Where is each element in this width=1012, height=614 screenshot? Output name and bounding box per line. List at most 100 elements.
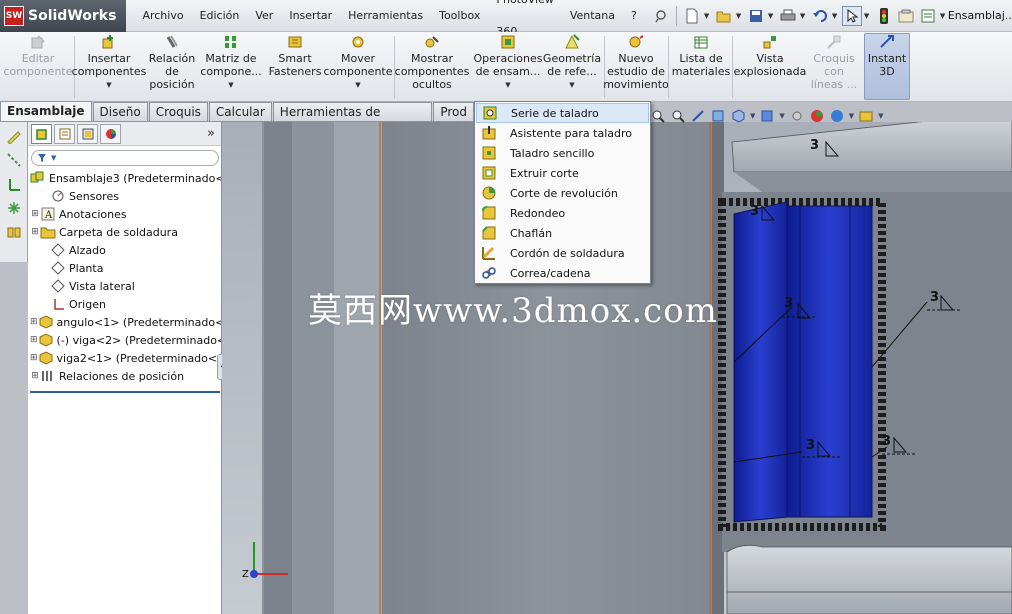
croquis-lineas-button[interactable]: Croquis con líneas ... [806, 34, 862, 91]
point-icon[interactable] [3, 198, 25, 218]
print-dropdown-icon[interactable]: ▼ [800, 12, 808, 20]
tree-item-viga2[interactable]: ⊞ (-) viga<2> (Predeterminado< [28, 331, 221, 349]
display-manager-icon[interactable] [100, 123, 121, 144]
tree-item-anotaciones[interactable]: ⊞ A Anotaciones [28, 205, 221, 223]
menu-item-taladro-sencillo[interactable]: Taladro sencillo [476, 143, 649, 163]
tree-item-planta[interactable]: Planta [28, 259, 221, 277]
tree-item-angulo[interactable]: ⊞ angulo<1> (Predeterminado<( [28, 313, 221, 331]
chevron-down-icon[interactable]: ▼ [569, 79, 574, 92]
mover-componente-button[interactable]: Mover componente ▼ [324, 34, 393, 92]
view-orientation-icon[interactable] [730, 108, 746, 124]
properties-dropdown-icon[interactable]: ▼ [940, 12, 948, 20]
tree-item-origen[interactable]: Origen [28, 295, 221, 313]
chevron-down-icon[interactable]: ▼ [505, 79, 510, 92]
hide-show-icon[interactable] [789, 108, 805, 124]
expand-plus-icon[interactable]: ⊞ [30, 227, 40, 237]
menu-item-chaflan[interactable]: Chaflán [476, 223, 649, 243]
menu-insertar[interactable]: Insertar [281, 0, 340, 32]
menu-herramientas[interactable]: Herramientas [340, 0, 431, 32]
menu-item-asistente-taladro[interactable]: Asistente para taladro [476, 123, 649, 143]
tab-prod[interactable]: Prod [433, 102, 474, 121]
expand-plus-icon[interactable]: ⊞ [30, 353, 38, 363]
instant-3d-button[interactable]: Instant 3D [864, 34, 910, 78]
menu-item-corte-revolucion[interactable]: Corte de revolución [476, 183, 649, 203]
new-dropdown-icon[interactable]: ▼ [704, 12, 712, 20]
zoom-to-fit-icon[interactable] [650, 108, 666, 124]
tab-diseno[interactable]: Diseño [92, 102, 148, 121]
open-icon[interactable] [714, 6, 734, 26]
save-dropdown-icon[interactable]: ▼ [768, 12, 776, 20]
tree-item-carpeta-soldadura[interactable]: ⊞ Carpeta de soldadura [28, 223, 221, 241]
chevron-down-icon[interactable]: ▼ [355, 79, 360, 92]
lista-materiales-button[interactable]: Lista de materiales [670, 34, 732, 78]
tab-calcular[interactable]: Calcular [208, 102, 272, 121]
select-dropdown-icon[interactable]: ▼ [864, 12, 872, 20]
feature-tree-icon[interactable] [31, 123, 52, 144]
new-document-icon[interactable] [682, 6, 702, 26]
open-dropdown-icon[interactable]: ▼ [736, 12, 744, 20]
menu-item-cordon-soldadura[interactable]: Cordón de soldadura [476, 243, 649, 263]
expand-panel-icon[interactable]: » [207, 126, 215, 141]
menu-item-correa-cadena[interactable]: Correa/cadena [476, 263, 649, 283]
tree-item-relaciones[interactable]: ⊞ Relaciones de posición [28, 367, 221, 385]
configuration-manager-icon[interactable] [77, 123, 98, 144]
axis-icon[interactable] [3, 174, 25, 194]
menu-edicion[interactable]: Edición [192, 0, 248, 32]
tree-item-alzado[interactable]: Alzado [28, 241, 221, 259]
display-style-dropdown-icon[interactable]: ▼ [779, 112, 784, 120]
menu-help[interactable]: ? [623, 0, 645, 32]
expand-plus-icon[interactable]: ⊞ [30, 209, 40, 219]
traffic-light-icon[interactable] [874, 6, 894, 26]
mostrar-ocultos-button[interactable]: Mostrar componentes ocultos [395, 34, 469, 91]
tree-item-assembly[interactable]: Ensamblaje3 (Predeterminado<Est [28, 169, 221, 187]
mate-reference-icon[interactable] [3, 222, 25, 242]
operaciones-ensamblaje-button[interactable]: Operaciones de ensam... ▼ [474, 34, 543, 92]
tree-item-viga2-1[interactable]: ⊞ viga2<1> (Predeterminado<Co [28, 349, 221, 367]
expand-plus-icon[interactable]: ⊞ [30, 371, 40, 381]
print-icon[interactable] [778, 6, 798, 26]
menu-item-redondeo[interactable]: Redondeo [476, 203, 649, 223]
menu-item-serie-taladro[interactable]: Serie de taladro [476, 103, 649, 123]
menu-ventana[interactable]: Ventana [562, 0, 623, 32]
pin-icon[interactable] [651, 6, 671, 26]
smart-fasteners-button[interactable]: Smart Fasteners [264, 34, 326, 78]
line-icon[interactable] [3, 150, 25, 170]
insertar-componentes-button[interactable]: Insertar componentes ▼ [72, 34, 146, 92]
options-icon[interactable] [896, 6, 916, 26]
display-style-icon[interactable] [759, 108, 775, 124]
orientation-dropdown-icon[interactable]: ▼ [750, 112, 755, 120]
tree-item-vista-lateral[interactable]: Vista lateral [28, 277, 221, 295]
view-settings-icon[interactable] [858, 108, 874, 124]
menu-item-extruir-corte[interactable]: Extruir corte [476, 163, 649, 183]
select-icon[interactable] [841, 5, 862, 26]
tree-item-sensores[interactable]: Sensores [28, 187, 221, 205]
vista-explosionada-button[interactable]: Vista explosionada [734, 34, 806, 78]
sketch-pencil-icon[interactable] [3, 126, 25, 146]
undo-icon[interactable] [810, 6, 830, 26]
menu-archivo[interactable]: Archivo [134, 0, 191, 32]
tab-croquis[interactable]: Croquis [148, 102, 208, 121]
expand-plus-icon[interactable]: ⊞ [30, 317, 38, 327]
file-properties-icon[interactable] [918, 6, 938, 26]
undo-dropdown-icon[interactable]: ▼ [832, 12, 840, 20]
scene-dropdown-icon[interactable]: ▼ [849, 112, 854, 120]
expand-plus-icon[interactable]: ⊞ [30, 335, 38, 345]
property-manager-icon[interactable] [54, 123, 75, 144]
chevron-down-icon[interactable]: ▼ [106, 79, 111, 92]
previous-view-icon[interactable] [690, 108, 706, 124]
editar-componente-button[interactable]: Editar componente [4, 34, 73, 78]
chevron-down-icon[interactable]: ▼ [228, 79, 233, 92]
zoom-area-icon[interactable] [670, 108, 686, 124]
apply-scene-icon[interactable] [829, 108, 845, 124]
section-view-icon[interactable] [710, 108, 726, 124]
menu-ver[interactable]: Ver [247, 0, 281, 32]
feature-filter[interactable]: ▼ [31, 150, 219, 166]
relacion-posicion-button[interactable]: Relación de posición [144, 34, 200, 91]
geometria-referencia-button[interactable]: Geometría de refe... ▼ [542, 34, 602, 92]
filter-dropdown-icon[interactable]: ▼ [51, 154, 56, 162]
tab-ensamblaje[interactable]: Ensamblaje [0, 101, 92, 121]
save-icon[interactable] [746, 6, 766, 26]
edit-appearance-icon[interactable] [809, 108, 825, 124]
app-logo[interactable]: SW SolidWorks [0, 0, 127, 32]
matriz-componentes-button[interactable]: Matriz de compone... ▼ [200, 34, 262, 92]
